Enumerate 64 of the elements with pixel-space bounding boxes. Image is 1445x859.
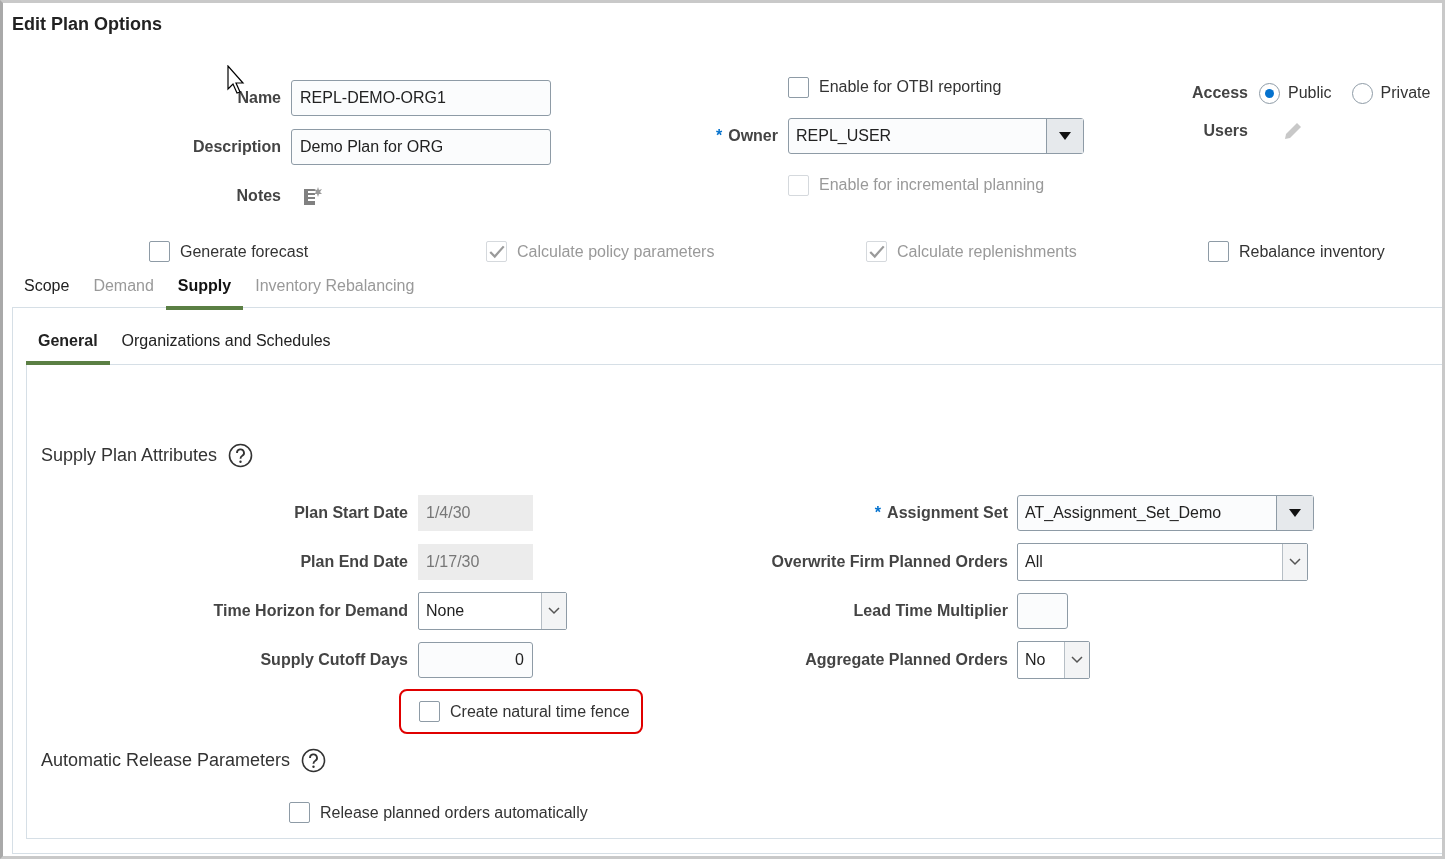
field-label: Users [1202,122,1248,140]
checkbox-label: Create natural time fence [450,702,630,721]
dropdown-field[interactable]: AT_Assignment_Set_Demo [1017,495,1314,531]
select-field[interactable]: All [1017,543,1308,581]
checkbox-label: Release planned orders automatically [320,803,588,822]
tab[interactable]: General [26,332,110,365]
pencil-icon[interactable] [1282,120,1304,142]
checkbox[interactable] [289,802,310,823]
required-mark: * [715,127,723,144]
notes-icon[interactable] [303,186,323,206]
chevron-down-icon [1282,544,1307,580]
field-label: Time Horizon for Demand [212,602,408,620]
tab[interactable]: Supply [165,277,244,310]
checkbox[interactable] [419,701,440,722]
help-icon[interactable] [301,747,327,773]
radio-label: Public [1288,84,1332,102]
page-title: Edit Plan Options [11,13,163,35]
checkbox[interactable] [1208,241,1229,262]
select-field[interactable]: No [1017,641,1090,679]
checkbox-label: Generate forecast [180,242,309,261]
dropdown-button[interactable] [1046,119,1083,153]
text-field[interactable]: REPL-DEMO-ORG1 [291,80,551,116]
dropdown-button[interactable] [1276,496,1313,530]
read-only-field: 1/4/30 [418,495,533,531]
section-heading: Supply Plan Attributes [41,444,218,466]
radio-button[interactable] [1259,82,1280,104]
field-label: Name [236,89,281,107]
field-label: Plan End Date [299,553,408,571]
field-label: Overwrite Firm Planned Orders [771,553,1008,570]
select-field[interactable]: None [418,592,567,630]
caret-down-icon [1289,509,1301,517]
owner-dropdown[interactable]: REPL_USER [788,118,1084,154]
chevron-down-icon [541,593,566,629]
caret-down-icon [1059,132,1071,140]
field-label: Plan Start Date [293,504,408,522]
required-mark: * [874,504,882,521]
field-label: Description [192,138,281,156]
field-label: Supply Cutoff Days [259,651,408,669]
text-field[interactable]: Demo Plan for ORG [291,129,551,165]
text-field[interactable] [1017,593,1068,629]
field-label: Access [1190,84,1248,102]
field-label: Lead Time Multiplier [853,602,1008,619]
section-heading: Automatic Release Parameters [41,749,291,771]
checkbox[interactable] [149,241,170,262]
tab[interactable]: Scope [12,277,82,310]
radio-button[interactable] [1351,82,1373,104]
checkbox-label: Calculate policy parameters [517,242,715,261]
field-label: Aggregate Planned Orders [805,651,1008,668]
checkbox-label: Calculate replenishments [897,242,1077,261]
checkbox-label: Enable for incremental planning [819,176,1045,194]
help-icon[interactable] [228,442,254,468]
checkbox[interactable] [788,76,809,98]
field-label: Owner [728,127,778,144]
read-only-field: 1/17/30 [418,544,533,580]
dropdown-value: REPL_USER [795,126,893,146]
tab[interactable]: Organizations and Schedules [109,332,343,365]
field-label: Notes [235,187,281,205]
chevron-down-icon [1064,642,1089,678]
checkbox-label: Enable for OTBI reporting [819,78,1002,96]
dropdown-value: AT_Assignment_Set_Demo [1024,503,1223,523]
radio-label: Private [1380,84,1431,102]
number-field[interactable]: 0 [418,642,533,678]
checkbox-label: Rebalance inventory [1239,242,1385,261]
field-label: Assignment Set [887,504,1008,521]
